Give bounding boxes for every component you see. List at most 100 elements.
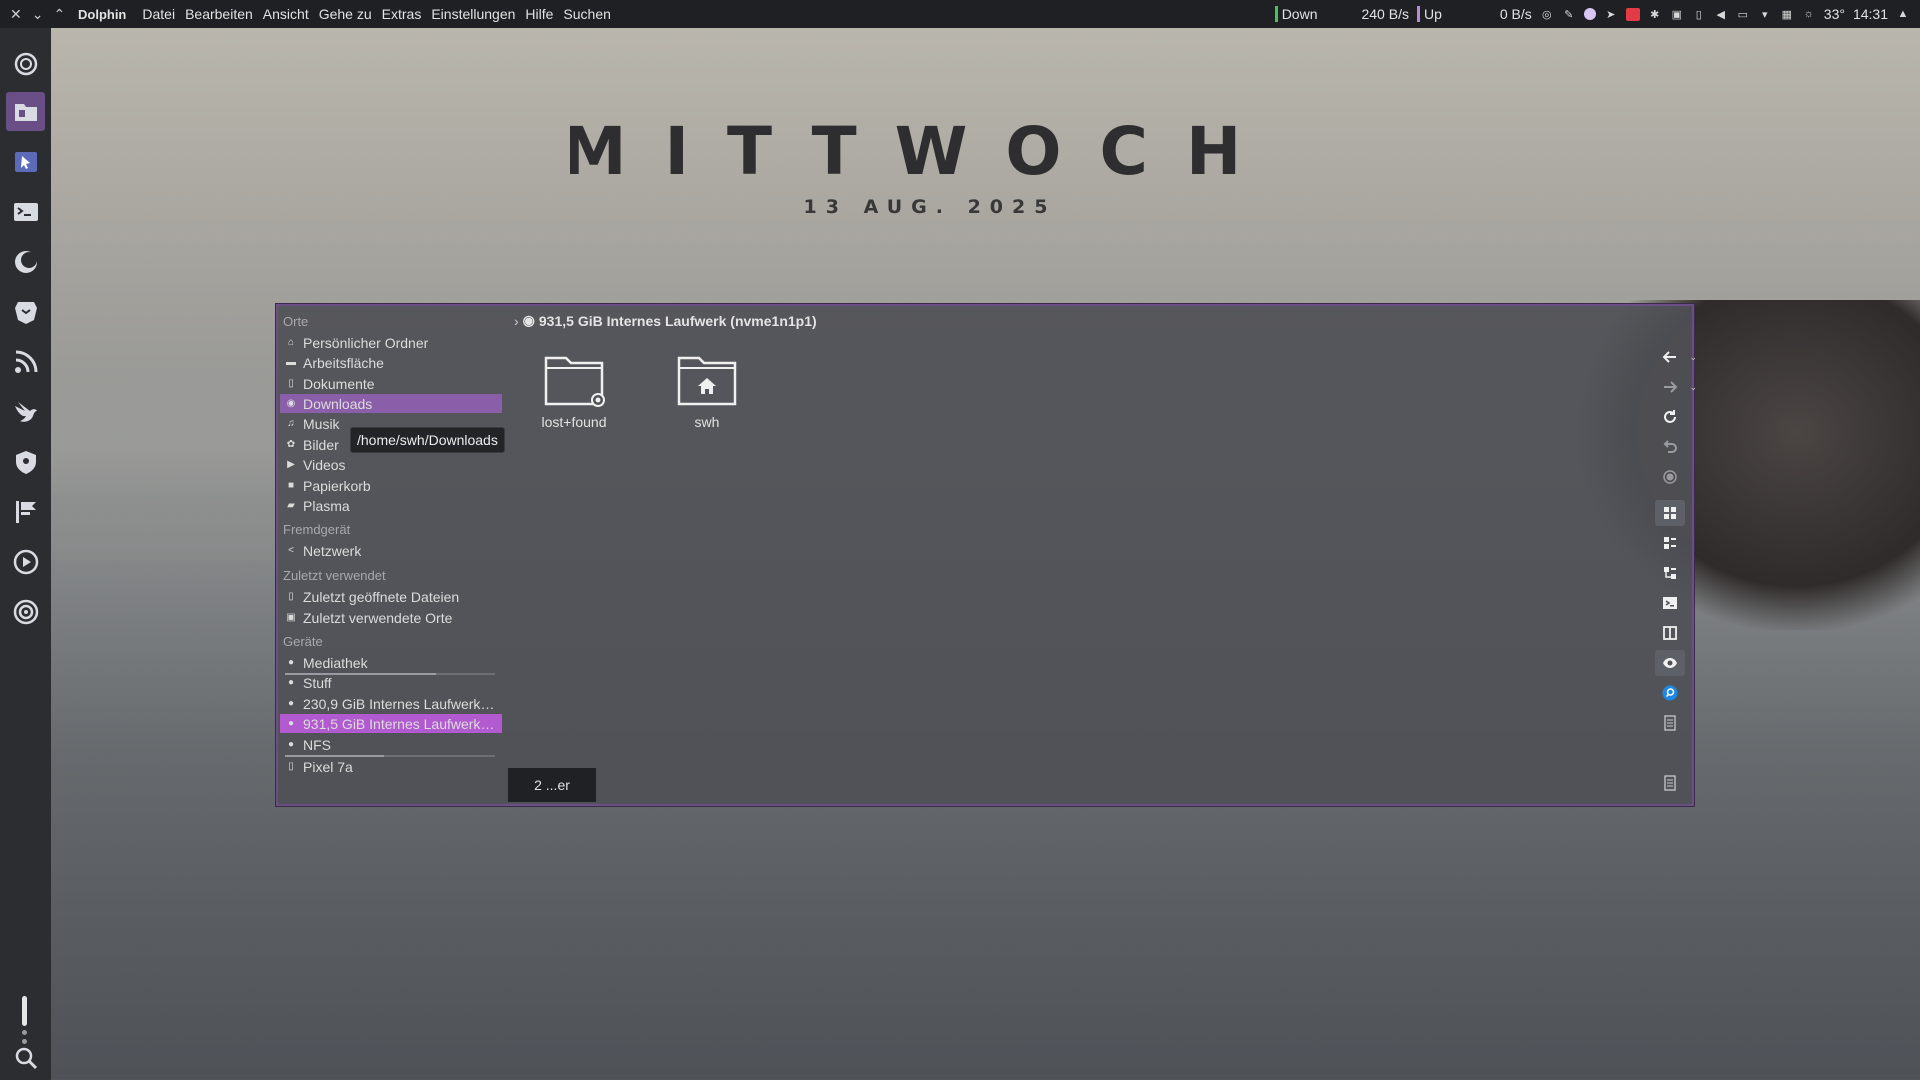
menu-bearbeiten[interactable]: Bearbeiten: [185, 6, 253, 22]
tray-expand-icon[interactable]: ▾: [1758, 7, 1772, 21]
cursor-app-icon[interactable]: [6, 142, 45, 181]
weekday-logotype: MITTWOCH: [561, 113, 1270, 190]
desktop-icon: ▬: [286, 357, 296, 368]
chevron-right-icon[interactable]: ›: [514, 313, 519, 329]
status-label: 2 ...er: [508, 768, 596, 802]
bluetooth-icon[interactable]: ✱: [1648, 7, 1662, 21]
menu-gehe-zu[interactable]: Gehe zu: [319, 6, 372, 22]
menu-hilfe[interactable]: Hilfe: [525, 6, 553, 22]
file-item[interactable]: lost+found: [529, 354, 619, 430]
place-documents[interactable]: ▯ Dokumente: [280, 374, 502, 393]
preview-icon[interactable]: [1655, 650, 1685, 676]
top-panel: ✕ ⌄ ⌃ Dolphin Datei Bearbeiten Ansicht G…: [0, 0, 1920, 28]
menu-ansicht[interactable]: Ansicht: [263, 6, 309, 22]
weather-sun-icon[interactable]: ☼: [1802, 7, 1816, 21]
clock-time[interactable]: 14:31: [1853, 6, 1888, 22]
settings-icon[interactable]: [6, 44, 45, 83]
forward-icon[interactable]: ⌄: [1655, 374, 1697, 400]
device-stuff[interactable]: ● Stuff: [280, 673, 502, 692]
undo-icon[interactable]: [1655, 434, 1685, 460]
place-recent-places[interactable]: ▣ Zuletzt verwendete Orte: [280, 608, 502, 627]
terminal-icon[interactable]: [6, 192, 45, 231]
info-panel-icon[interactable]: [1655, 770, 1685, 796]
shield-icon[interactable]: [6, 442, 45, 481]
minimize-icon[interactable]: ⌄: [32, 6, 44, 23]
device-pixel[interactable]: ▯ Pixel 7a: [280, 757, 502, 776]
battery-icon[interactable]: ▯: [1692, 7, 1706, 21]
network-icon: <: [288, 545, 294, 556]
terminal-icon[interactable]: [1655, 590, 1685, 616]
moon-icon[interactable]: [6, 242, 45, 281]
search-icon[interactable]: [6, 1038, 45, 1077]
folder-icon[interactable]: [6, 92, 45, 131]
maximize-icon[interactable]: ⌃: [53, 6, 65, 23]
chevron-down-icon[interactable]: ⌄: [1689, 382, 1697, 393]
swift-bird-icon[interactable]: [6, 392, 45, 431]
search-icon[interactable]: [1655, 680, 1685, 706]
status-dot-icon[interactable]: [1583, 8, 1596, 20]
display-icon[interactable]: ▭: [1736, 7, 1750, 21]
device-mediathek[interactable]: ● Mediathek: [280, 653, 502, 672]
clipboard-icon[interactable]: ▣: [1670, 7, 1684, 21]
section-remote: Fremdgerät: [283, 522, 351, 537]
lion-browser-icon[interactable]: [6, 292, 45, 331]
recent-files-icon: ▯: [288, 591, 294, 602]
send-icon[interactable]: ➤: [1604, 7, 1618, 21]
place-recent-files[interactable]: ▯ Zuletzt geöffnete Dateien: [280, 587, 502, 606]
active-workspace[interactable]: [22, 996, 27, 1026]
document-icon[interactable]: [1655, 710, 1685, 736]
menu-einstellungen[interactable]: Einstellungen: [431, 6, 515, 22]
split-view-icon[interactable]: [1655, 620, 1685, 646]
details-view-icon[interactable]: [1655, 530, 1685, 556]
drive-icon: ●: [287, 739, 295, 750]
svg-text:MITTWOCH: MITTWOCH: [570, 118, 1270, 188]
video-icon: ▶: [287, 459, 295, 470]
menu-suchen[interactable]: Suchen: [563, 6, 610, 22]
workspace-dot[interactable]: [22, 1030, 27, 1035]
device-internal-230[interactable]: ● 230,9 GiB Internes Laufwerk ...: [280, 694, 502, 713]
volume-icon[interactable]: ◀: [1714, 7, 1728, 21]
section-devices: Geräte: [283, 634, 323, 649]
drive-icon: ●: [287, 677, 295, 688]
place-home[interactable]: ⌂ Persönlicher Ordner: [280, 333, 502, 352]
flag-icon[interactable]: [6, 492, 45, 531]
record-icon[interactable]: [1655, 464, 1685, 490]
menu-datei[interactable]: Datei: [142, 6, 175, 22]
clock-date: 13 AUG. 2025: [803, 196, 1057, 218]
picture-icon: ✿: [286, 439, 296, 450]
tree-view-icon[interactable]: [1655, 560, 1685, 586]
panel-menu-icon[interactable]: ▲: [1896, 7, 1910, 21]
device-internal-931[interactable]: ● 931,5 GiB Internes Laufwerk ...: [280, 714, 502, 733]
back-icon[interactable]: ⌄: [1655, 344, 1697, 370]
color-picker-icon[interactable]: ✎: [1562, 7, 1576, 21]
trash-icon: ■: [287, 480, 295, 491]
dolphin-window: Orte ⌂ Persönlicher Ordner ▬ Arbeitsfläche…: [276, 304, 1697, 806]
places-panel: Orte ⌂ Persönlicher Ordner ▬ Arbeitsfläche…: [278, 306, 505, 804]
play-icon[interactable]: [6, 542, 45, 581]
icon-view-icon[interactable]: [1655, 500, 1685, 526]
place-downloads[interactable]: ◉ Downloads: [280, 394, 502, 413]
recent-places-icon: ▣: [286, 612, 296, 623]
place-desktop[interactable]: ▬ Arbeitsfläche: [280, 353, 502, 372]
place-trash[interactable]: ■ Papierkorb: [280, 476, 502, 495]
rss-icon[interactable]: [6, 342, 45, 381]
home-icon: ⌂: [287, 337, 295, 348]
file-item[interactable]: swh: [662, 354, 752, 430]
app-grid-icon[interactable]: ▦: [1780, 7, 1794, 21]
chevron-down-icon[interactable]: ⌄: [1689, 352, 1697, 363]
notes-app-icon[interactable]: [1625, 7, 1640, 21]
system-tray: Down 240 B/s Up 0 B/s ◎ ✎ ➤ ✱ ▣ ▯ ◀ ▭ ▾ …: [1274, 0, 1910, 28]
reload-icon[interactable]: [1655, 404, 1685, 430]
place-plasma[interactable]: ▰ Plasma: [280, 496, 502, 515]
menu-extras[interactable]: Extras: [382, 6, 422, 22]
place-network[interactable]: < Netzwerk: [280, 541, 502, 560]
close-icon[interactable]: ✕: [10, 6, 22, 23]
net-up-value: 0 B/s: [1499, 6, 1532, 22]
global-menu: Datei Bearbeiten Ansicht Gehe zu Extras …: [142, 6, 611, 22]
disk-icon[interactable]: ◎: [1540, 7, 1554, 21]
place-videos[interactable]: ▶ Videos: [280, 455, 502, 474]
breadcrumb-location[interactable]: 931,5 GiB Internes Laufwerk (nvme1n1p1): [539, 313, 817, 329]
breadcrumb[interactable]: › ◉ 931,5 GiB Internes Laufwerk (nvme1n1…: [514, 312, 817, 329]
device-nfs[interactable]: ● NFS: [280, 735, 502, 754]
target-icon[interactable]: [6, 592, 45, 631]
